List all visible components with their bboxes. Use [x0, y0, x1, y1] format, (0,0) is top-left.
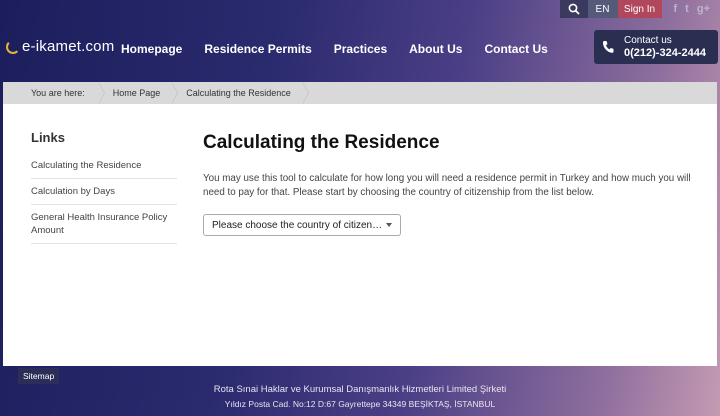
- sitemap-button[interactable]: Sitemap: [18, 368, 60, 384]
- sidebar-item-calculating-residence[interactable]: Calculating the Residence: [31, 153, 177, 179]
- sidebar-item-calculation-by-days[interactable]: Calculation by Days: [31, 179, 177, 205]
- page-title: Calculating the Residence: [203, 132, 440, 153]
- phone-icon: [600, 39, 616, 55]
- nav-homepage[interactable]: Homepage: [121, 42, 182, 56]
- country-select-value: Please choose the country of citizen…: [212, 219, 383, 231]
- footer-address: Yıldız Posta Cad. No:12 D:67 Gayrettepe …: [224, 399, 496, 409]
- country-select[interactable]: Please choose the country of citizen…: [203, 214, 401, 236]
- nav-about-us[interactable]: About Us: [409, 42, 462, 56]
- contact-box[interactable]: Contact us 0(212)-324-2444: [594, 30, 718, 64]
- search-icon: [568, 3, 580, 15]
- nav-residence-permits[interactable]: Residence Permits: [204, 42, 311, 56]
- nav-contact-us[interactable]: Contact Us: [484, 42, 547, 56]
- sidebar: Links Calculating the Residence Calculat…: [31, 130, 177, 244]
- logo-text: e-ikamet.com: [22, 38, 115, 55]
- site-logo[interactable]: e-ikamet.com: [6, 38, 114, 55]
- page-description: You may use this tool to calculate for h…: [203, 173, 691, 198]
- top-utility-bar: EN Sign In f t g+: [559, 0, 720, 18]
- contact-phone[interactable]: 0(212)-324-2444: [624, 47, 706, 60]
- sidebar-item-health-insurance[interactable]: General Health Insurance Policy Amount: [31, 205, 177, 244]
- contact-label: Contact us: [624, 35, 672, 46]
- social-links: f t g+: [662, 0, 720, 18]
- breadcrumb-prefix: You are here:: [3, 82, 105, 104]
- language-button[interactable]: EN: [587, 0, 618, 18]
- main-nav: Homepage Residence Permits Practices Abo…: [121, 42, 548, 56]
- search-button[interactable]: [559, 0, 588, 18]
- footer-company: Rota Sınai Haklar ve Kurumsal Danışmanlı…: [213, 384, 507, 395]
- facebook-icon[interactable]: f: [674, 3, 678, 15]
- logo-swoosh-icon: [6, 39, 20, 54]
- sidebar-title: Links: [31, 130, 65, 145]
- chevron-down-icon: [386, 223, 392, 227]
- breadcrumb-item-home[interactable]: Home Page: [99, 82, 178, 104]
- breadcrumb-item-current: Calculating the Residence: [172, 82, 309, 104]
- sign-in-button[interactable]: Sign In: [617, 0, 662, 18]
- content-card: Links Calculating the Residence Calculat…: [3, 104, 717, 366]
- nav-practices[interactable]: Practices: [334, 42, 387, 56]
- breadcrumb: You are here: Home Page Calculating the …: [3, 82, 717, 104]
- twitter-icon[interactable]: t: [685, 3, 689, 15]
- main-content: Calculating the Residence You may use th…: [203, 132, 693, 236]
- google-plus-icon[interactable]: g+: [697, 3, 710, 15]
- footer: Rota Sınai Haklar ve Kurumsal Danışmanlı…: [0, 384, 720, 409]
